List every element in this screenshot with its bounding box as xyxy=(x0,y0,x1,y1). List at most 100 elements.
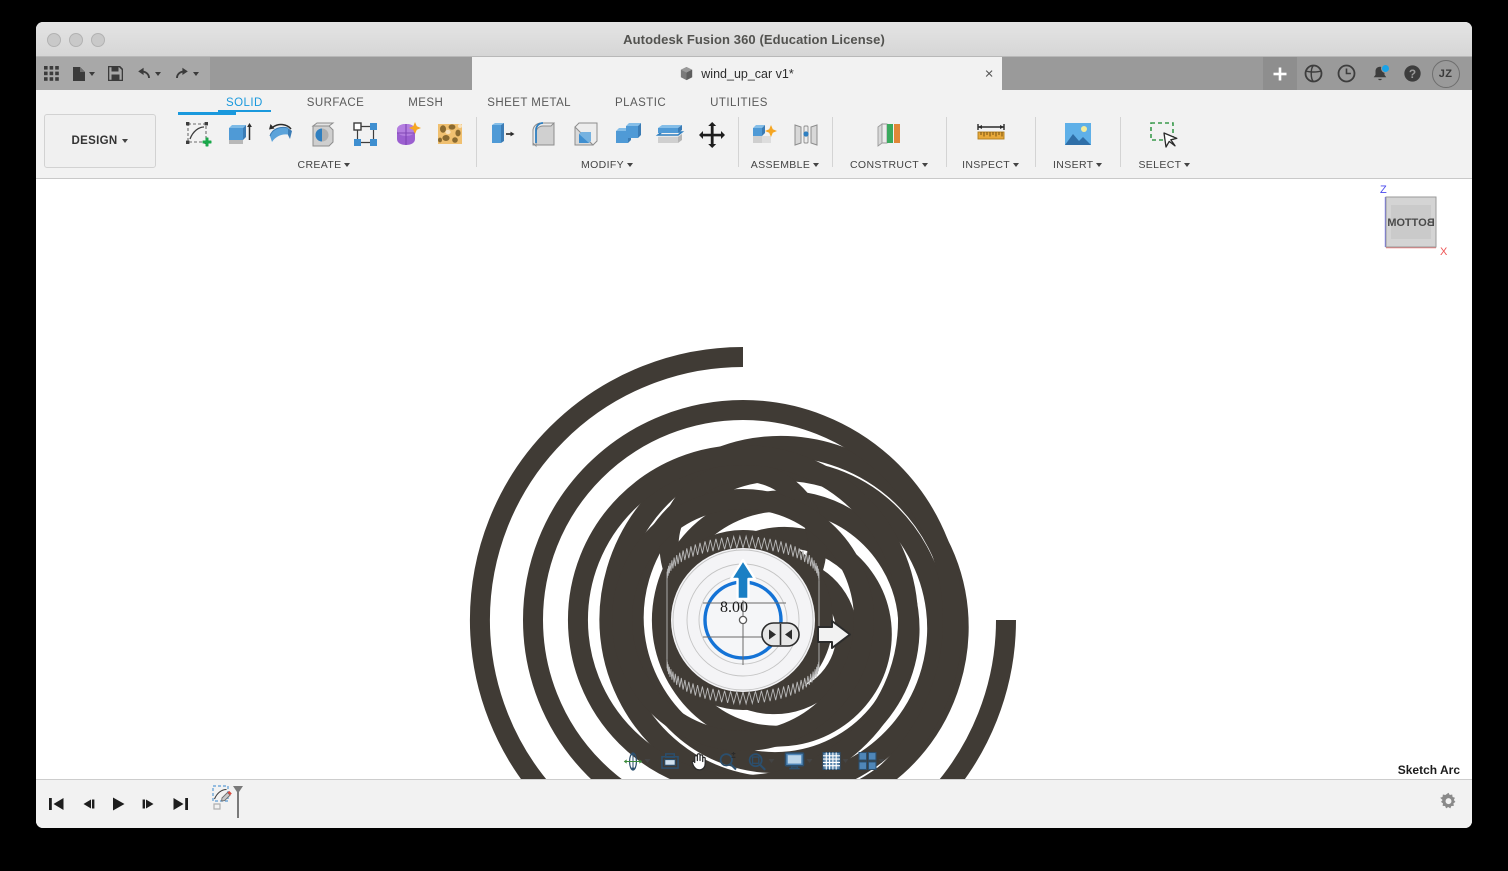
shell-button[interactable] xyxy=(567,114,605,156)
document-tab-wind-up-car[interactable]: wind_up_car v1* × xyxy=(472,57,1002,90)
help-button[interactable]: ? xyxy=(1396,57,1429,90)
revolve-icon xyxy=(267,120,297,150)
chevron-down-icon xyxy=(1013,163,1019,167)
maximize-window-button[interactable] xyxy=(91,33,105,47)
create-panel-buttons xyxy=(179,112,469,160)
timeline-feature-sketch[interactable] xyxy=(211,784,245,825)
timeline-step-forward-button[interactable] xyxy=(141,796,158,812)
chevron-down-icon xyxy=(89,72,95,76)
ribbon-panel-construct: CONSTRUCT xyxy=(832,112,946,176)
close-tab-button[interactable]: × xyxy=(985,66,994,81)
thicken-icon xyxy=(435,120,465,150)
undo-button[interactable] xyxy=(136,67,161,81)
clock-icon xyxy=(1337,64,1356,83)
joint-button[interactable] xyxy=(787,114,825,156)
diameter-dimension-value[interactable]: 8.00 xyxy=(720,599,748,617)
split-face-button[interactable] xyxy=(651,114,689,156)
display-settings-icon xyxy=(785,752,805,770)
user-account-button[interactable]: JZ xyxy=(1429,57,1462,90)
flip-direction-toggle[interactable] xyxy=(762,623,799,646)
press-pull-button[interactable] xyxy=(483,114,521,156)
measure-button[interactable] xyxy=(972,114,1010,156)
minimize-window-button[interactable] xyxy=(69,33,83,47)
tab-sheet-metal[interactable]: SHEET METAL xyxy=(465,97,593,112)
sweep-button[interactable] xyxy=(305,114,343,156)
timeline-settings-button[interactable] xyxy=(1439,792,1458,816)
tab-surface[interactable]: SURFACE xyxy=(285,97,386,112)
app-grid-button[interactable] xyxy=(44,66,59,81)
design-canvas[interactable]: Z X BOTTOM xyxy=(36,179,1472,787)
viewport-layout-button[interactable] xyxy=(854,749,890,773)
timeline-skip-to-beginning-button[interactable] xyxy=(48,796,65,812)
assemble-panel-label[interactable]: ASSEMBLE xyxy=(751,159,819,171)
extrude-button[interactable] xyxy=(221,114,259,156)
save-button[interactable] xyxy=(108,66,123,81)
ribbon-panel-select: SELECT xyxy=(1120,112,1208,176)
window-controls[interactable] xyxy=(47,33,105,47)
origin-point[interactable] xyxy=(739,616,746,623)
tab-mesh[interactable]: MESH xyxy=(386,97,465,112)
look-at-icon xyxy=(661,752,680,770)
tab-plastic[interactable]: PLASTIC xyxy=(593,97,688,112)
window-title: Autodesk Fusion 360 (Education License) xyxy=(36,32,1472,47)
offset-plane-icon xyxy=(874,120,904,150)
insert-panel-label[interactable]: INSERT xyxy=(1053,159,1102,171)
data-panel-button[interactable] xyxy=(1297,57,1330,90)
sketch-overlays[interactable] xyxy=(36,179,1472,787)
tab-solid[interactable]: SOLID xyxy=(204,97,285,112)
close-window-button[interactable] xyxy=(47,33,61,47)
create-sketch-button[interactable] xyxy=(179,114,217,156)
pattern-icon xyxy=(351,120,381,150)
notifications-button[interactable] xyxy=(1363,57,1396,90)
insert-panel-buttons xyxy=(1059,112,1097,160)
orbit-button[interactable] xyxy=(619,749,656,773)
combine-button[interactable] xyxy=(609,114,647,156)
grid-snaps-button[interactable] xyxy=(818,749,854,773)
zoom-button[interactable] xyxy=(714,749,743,773)
tab-utilities[interactable]: UTILITIES xyxy=(688,97,790,112)
recent-activity-button[interactable] xyxy=(1330,57,1363,90)
document-tab-bar: wind_up_car v1* × xyxy=(36,57,1472,90)
chevron-down-icon xyxy=(879,759,885,763)
select-panel-label[interactable]: SELECT xyxy=(1138,159,1190,171)
zoom-window-button[interactable] xyxy=(743,749,780,773)
fillet-button[interactable] xyxy=(525,114,563,156)
move-copy-icon xyxy=(697,120,727,150)
pan-button[interactable] xyxy=(685,749,714,773)
timeline-play-button[interactable] xyxy=(110,796,127,812)
display-settings-button[interactable] xyxy=(780,749,818,773)
chevron-down-icon xyxy=(843,759,849,763)
application-window: Autodesk Fusion 360 (Education License) xyxy=(36,22,1472,828)
insert-image-icon xyxy=(1063,121,1093,149)
new-file-icon xyxy=(72,66,86,82)
viewport-layout-icon xyxy=(859,752,877,770)
zoom-window-icon xyxy=(748,752,767,771)
new-component-button[interactable] xyxy=(745,114,783,156)
mirror-button[interactable] xyxy=(389,114,427,156)
move-copy-button[interactable] xyxy=(693,114,731,156)
insert-image-button[interactable] xyxy=(1059,114,1097,156)
chevron-down-icon xyxy=(769,759,775,763)
thicken-button[interactable] xyxy=(431,114,469,156)
revolve-button[interactable] xyxy=(263,114,301,156)
new-tab-button[interactable] xyxy=(1263,57,1297,90)
window-title-bar: Autodesk Fusion 360 (Education License) xyxy=(36,22,1472,57)
pattern-button[interactable] xyxy=(347,114,385,156)
new-file-button[interactable] xyxy=(72,66,95,82)
inspect-panel-label[interactable]: INSPECT xyxy=(962,159,1019,171)
modify-panel-label[interactable]: MODIFY xyxy=(581,159,633,171)
select-panel-buttons xyxy=(1145,112,1183,160)
timeline-step-back-button[interactable] xyxy=(79,796,96,812)
right-arrow-drag-handle[interactable] xyxy=(818,621,850,648)
workspace-switcher-button[interactable]: DESIGN xyxy=(44,114,156,168)
chevron-down-icon xyxy=(122,139,128,143)
offset-plane-button[interactable] xyxy=(870,114,908,156)
redo-button[interactable] xyxy=(174,67,199,81)
select-button[interactable] xyxy=(1145,114,1183,156)
timeline-skip-to-end-button[interactable] xyxy=(172,796,189,812)
construct-panel-label[interactable]: CONSTRUCT xyxy=(850,159,928,171)
look-at-button[interactable] xyxy=(656,749,685,773)
pan-hand-icon xyxy=(690,752,709,771)
create-panel-label[interactable]: CREATE xyxy=(298,159,351,171)
avatar: JZ xyxy=(1432,60,1460,88)
